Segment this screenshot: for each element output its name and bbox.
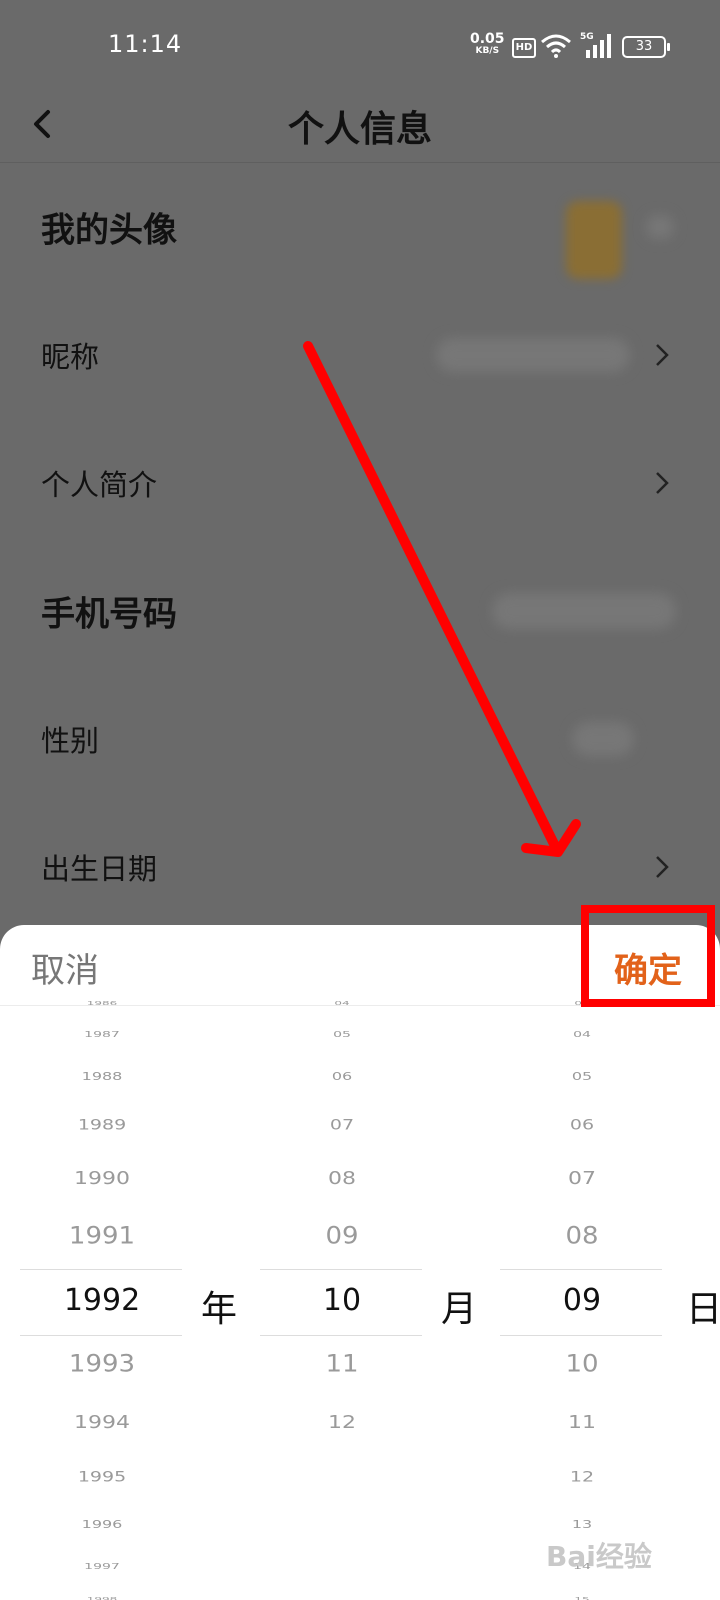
- row-phone[interactable]: 手机号码: [0, 547, 720, 675]
- selection-line: [500, 1335, 662, 1336]
- row-label: 个人简介: [41, 468, 158, 502]
- picker-option[interactable]: 10: [502, 1351, 662, 1378]
- row-avatar[interactable]: 我的头像: [0, 163, 720, 291]
- picker-option[interactable]: 15: [502, 1596, 662, 1600]
- picker-option[interactable]: 05: [262, 1030, 422, 1039]
- hd-icon: HD: [512, 38, 536, 58]
- picker-option[interactable]: 05: [502, 1071, 662, 1083]
- picker-option[interactable]: 11: [262, 1351, 422, 1378]
- year-wheel[interactable]: 1986 1987 1988 1989 1990 1991 1992 1993 1994 1995…: [22, 1000, 182, 1600]
- row-nickname[interactable]: 昵称: [0, 291, 720, 419]
- blurred-phone-value: [492, 593, 676, 629]
- row-label: 手机号码: [41, 594, 177, 635]
- blurred-nickname-value: [436, 338, 630, 372]
- picker-option[interactable]: 08: [502, 1223, 662, 1250]
- picker-option[interactable]: 04: [262, 1000, 422, 1006]
- picker-option[interactable]: 04: [502, 1030, 662, 1039]
- picker-option[interactable]: 11: [502, 1412, 662, 1433]
- status-time: 11:14: [108, 30, 183, 58]
- selection-line: [20, 1269, 182, 1270]
- month-unit: 月: [441, 1289, 478, 1330]
- selection-line: [260, 1269, 422, 1270]
- picker-option[interactable]: 08: [262, 1168, 422, 1189]
- date-picker-sheet: 取消 确定 1986 1987 1988 1989 1990 1991 1992 1993 19…: [0, 925, 720, 1600]
- chevron-right-icon: [656, 472, 669, 494]
- picker-option[interactable]: 12: [262, 1412, 422, 1433]
- picker-option[interactable]: 09: [262, 1223, 422, 1250]
- day-unit: 日: [686, 1289, 720, 1330]
- picker-option[interactable]: 06: [262, 1071, 422, 1083]
- wifi-icon: [541, 34, 571, 58]
- picker-option[interactable]: 1987: [22, 1030, 182, 1039]
- blurred-chevron: [646, 215, 674, 239]
- picker-option[interactable]: 09: [502, 1283, 662, 1318]
- picker-option[interactable]: 07: [262, 1117, 422, 1133]
- selection-line: [260, 1335, 422, 1336]
- picker-option[interactable]: 07: [502, 1168, 662, 1189]
- annotation-highlight-box: [581, 905, 715, 1007]
- picker-option[interactable]: 1989: [22, 1117, 182, 1133]
- blurred-gender-value: [572, 722, 634, 756]
- picker-option[interactable]: 06: [502, 1117, 662, 1133]
- picker-option[interactable]: 1997: [22, 1562, 182, 1571]
- day-wheel[interactable]: 03 04 05 06 07 08 09 10 11 12 13 14 15: [502, 1000, 662, 1600]
- row-gender[interactable]: 性别: [0, 675, 720, 803]
- selection-line: [500, 1269, 662, 1270]
- battery-icon: 33: [622, 36, 670, 58]
- picker-option[interactable]: 1994: [22, 1412, 182, 1433]
- page-header: 个人信息: [0, 90, 720, 163]
- row-label: 出生日期: [41, 852, 158, 886]
- avatar: [566, 201, 622, 279]
- network-speed: 0.05 KB/S: [470, 31, 505, 56]
- picker-option[interactable]: 10: [262, 1283, 422, 1318]
- picker-option[interactable]: 1996: [22, 1519, 182, 1531]
- chevron-right-icon: [656, 856, 669, 878]
- cancel-button[interactable]: 取消: [31, 943, 99, 992]
- picker-option[interactable]: 1995: [22, 1469, 182, 1485]
- row-label: 我的头像: [41, 210, 177, 251]
- selection-line: [20, 1335, 182, 1336]
- row-label: 昵称: [41, 340, 100, 374]
- page-title: 个人信息: [287, 109, 432, 150]
- watermark-logo: Bai经验: [546, 1540, 652, 1573]
- row-bio[interactable]: 个人简介: [0, 419, 720, 547]
- chevron-right-icon: [656, 344, 669, 366]
- picker-option[interactable]: 1988: [22, 1071, 182, 1083]
- status-bar: 11:14 0.05 KB/S HD 5G 33: [0, 0, 720, 90]
- picker-option[interactable]: 12: [502, 1469, 662, 1485]
- picker-option[interactable]: 13: [502, 1519, 662, 1531]
- signal-icon: 5G: [580, 32, 614, 58]
- picker-option[interactable]: 1998: [22, 1596, 182, 1600]
- picker-option[interactable]: 1990: [22, 1168, 182, 1189]
- picker-option[interactable]: 1993: [22, 1351, 182, 1378]
- year-unit: 年: [201, 1289, 238, 1330]
- picker-option[interactable]: 1992: [22, 1283, 182, 1318]
- row-label: 性别: [41, 724, 100, 758]
- month-wheel[interactable]: 04 05 06 07 08 09 10 11 12: [262, 1000, 422, 1600]
- picker-option[interactable]: 1991: [22, 1223, 182, 1250]
- picker-option[interactable]: 1986: [22, 1000, 182, 1006]
